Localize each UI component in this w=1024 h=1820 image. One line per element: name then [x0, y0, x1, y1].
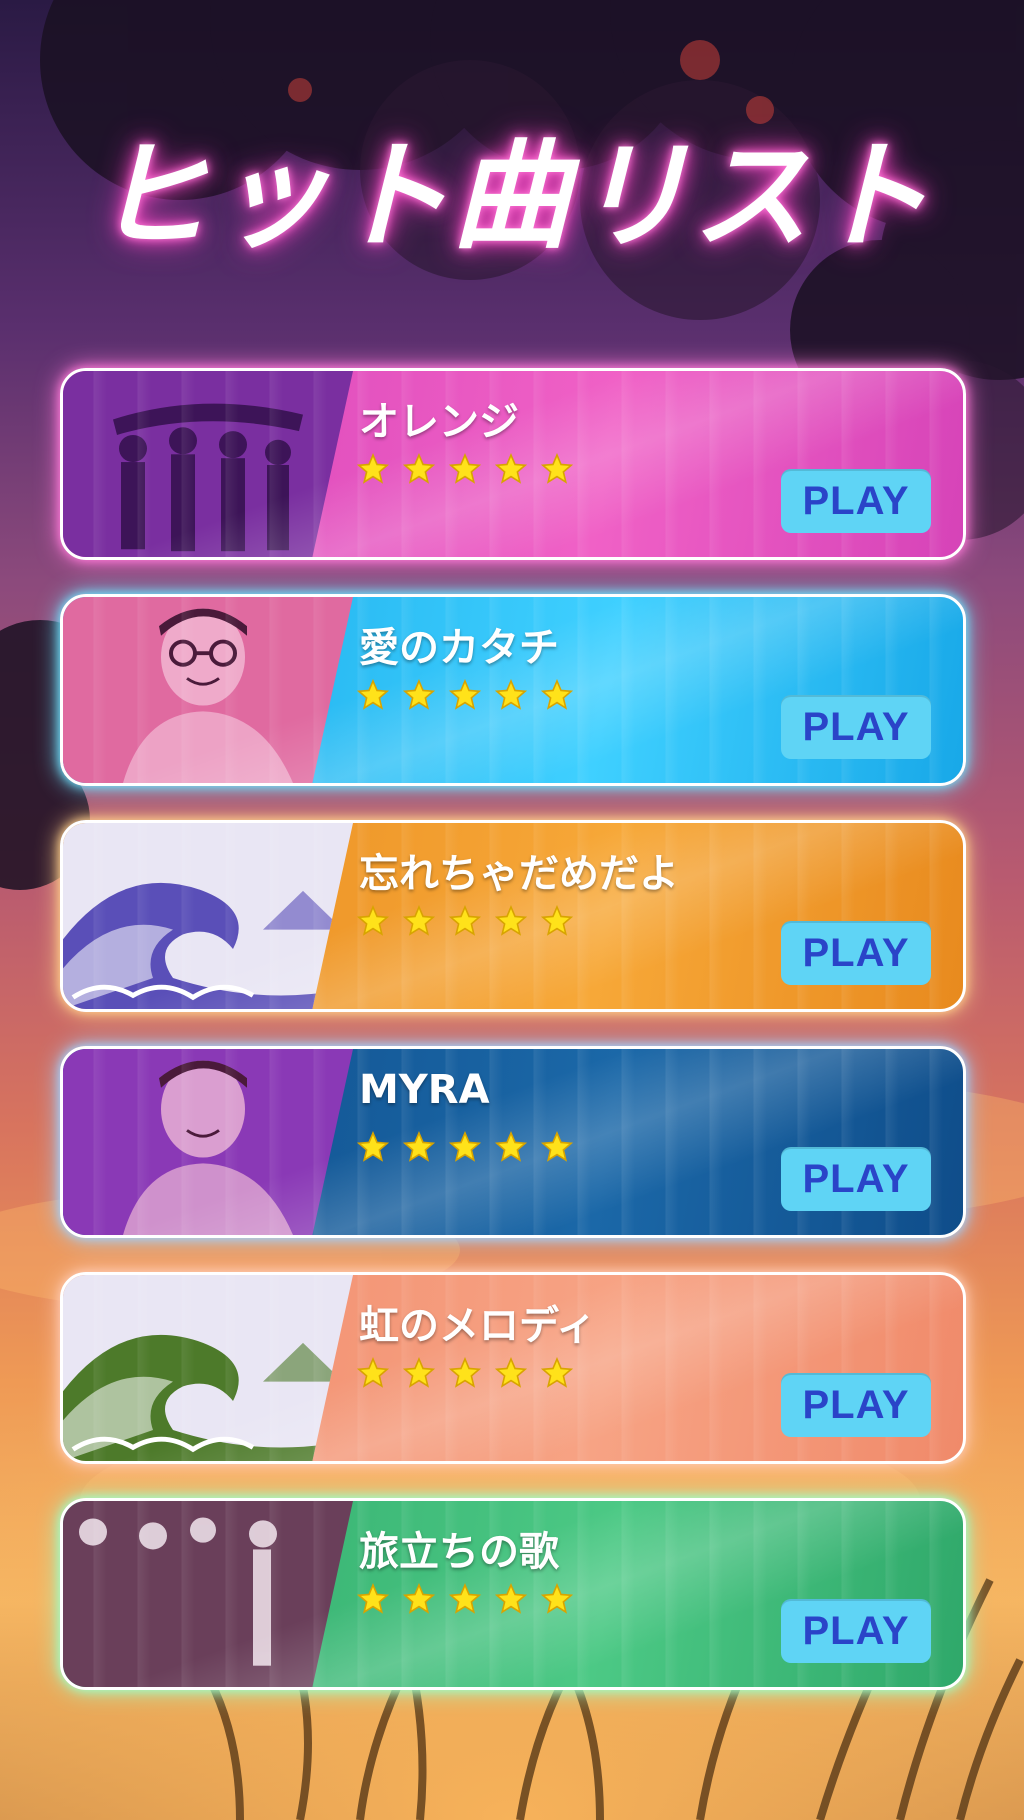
- star-icon: [449, 905, 481, 936]
- star-icon: [541, 1357, 573, 1388]
- song-title: 虹のメロディ: [359, 1303, 597, 1349]
- star-icon: [357, 1131, 389, 1162]
- star-icon: [495, 1131, 527, 1162]
- star-icon: [495, 1357, 527, 1388]
- star-icon: [357, 1357, 389, 1388]
- star-icon: [403, 1357, 435, 1388]
- star-icon: [403, 1583, 435, 1614]
- song-title: 忘れちゃだめだよ: [359, 851, 679, 897]
- star-rating: [357, 1131, 573, 1163]
- song-artwork: [63, 1501, 353, 1687]
- song-title: MYRA: [359, 1067, 490, 1113]
- star-icon: [449, 1357, 481, 1388]
- star-icon: [449, 453, 481, 484]
- star-icon: [541, 679, 573, 710]
- star-rating: [357, 905, 573, 937]
- star-icon: [357, 1583, 389, 1614]
- star-icon: [495, 453, 527, 484]
- song-card[interactable]: 虹のメロディ PLAY: [60, 1272, 966, 1464]
- play-button[interactable]: PLAY: [781, 1373, 931, 1437]
- song-card[interactable]: 愛のカタチ PLAY: [60, 594, 966, 786]
- star-icon: [449, 1131, 481, 1162]
- star-icon: [403, 1131, 435, 1162]
- play-button[interactable]: PLAY: [781, 1147, 931, 1211]
- star-rating: [357, 1357, 573, 1389]
- star-icon: [541, 1131, 573, 1162]
- star-icon: [495, 905, 527, 936]
- play-button[interactable]: PLAY: [781, 921, 931, 985]
- star-icon: [403, 905, 435, 936]
- song-artwork: [63, 1049, 353, 1235]
- song-card[interactable]: 忘れちゃだめだよ PLAY: [60, 820, 966, 1012]
- play-button[interactable]: PLAY: [781, 1599, 931, 1663]
- star-icon: [357, 453, 389, 484]
- song-title: 愛のカタチ: [359, 625, 559, 671]
- star-icon: [357, 679, 389, 710]
- star-icon: [403, 679, 435, 710]
- star-icon: [495, 679, 527, 710]
- star-icon: [449, 679, 481, 710]
- star-rating: [357, 453, 573, 485]
- star-icon: [541, 1583, 573, 1614]
- star-icon: [541, 453, 573, 484]
- song-artwork: [63, 597, 353, 783]
- song-artwork: [63, 823, 353, 1009]
- star-icon: [449, 1583, 481, 1614]
- star-icon: [541, 905, 573, 936]
- star-rating: [357, 1583, 573, 1615]
- song-title: 旅立ちの歌: [359, 1529, 559, 1575]
- song-card[interactable]: オレンジ PLAY: [60, 368, 966, 560]
- song-artwork: [63, 1275, 353, 1461]
- star-icon: [357, 905, 389, 936]
- song-card[interactable]: MYRA PLAY: [60, 1046, 966, 1238]
- screen-title: ヒット曲リスト: [91, 127, 932, 265]
- play-button[interactable]: PLAY: [781, 695, 931, 759]
- song-artwork: [63, 371, 353, 557]
- song-title: オレンジ: [359, 399, 519, 445]
- song-card[interactable]: 旅立ちの歌 PLAY: [60, 1498, 966, 1690]
- star-icon: [403, 453, 435, 484]
- star-rating: [357, 679, 573, 711]
- play-button[interactable]: PLAY: [781, 469, 931, 533]
- star-icon: [495, 1583, 527, 1614]
